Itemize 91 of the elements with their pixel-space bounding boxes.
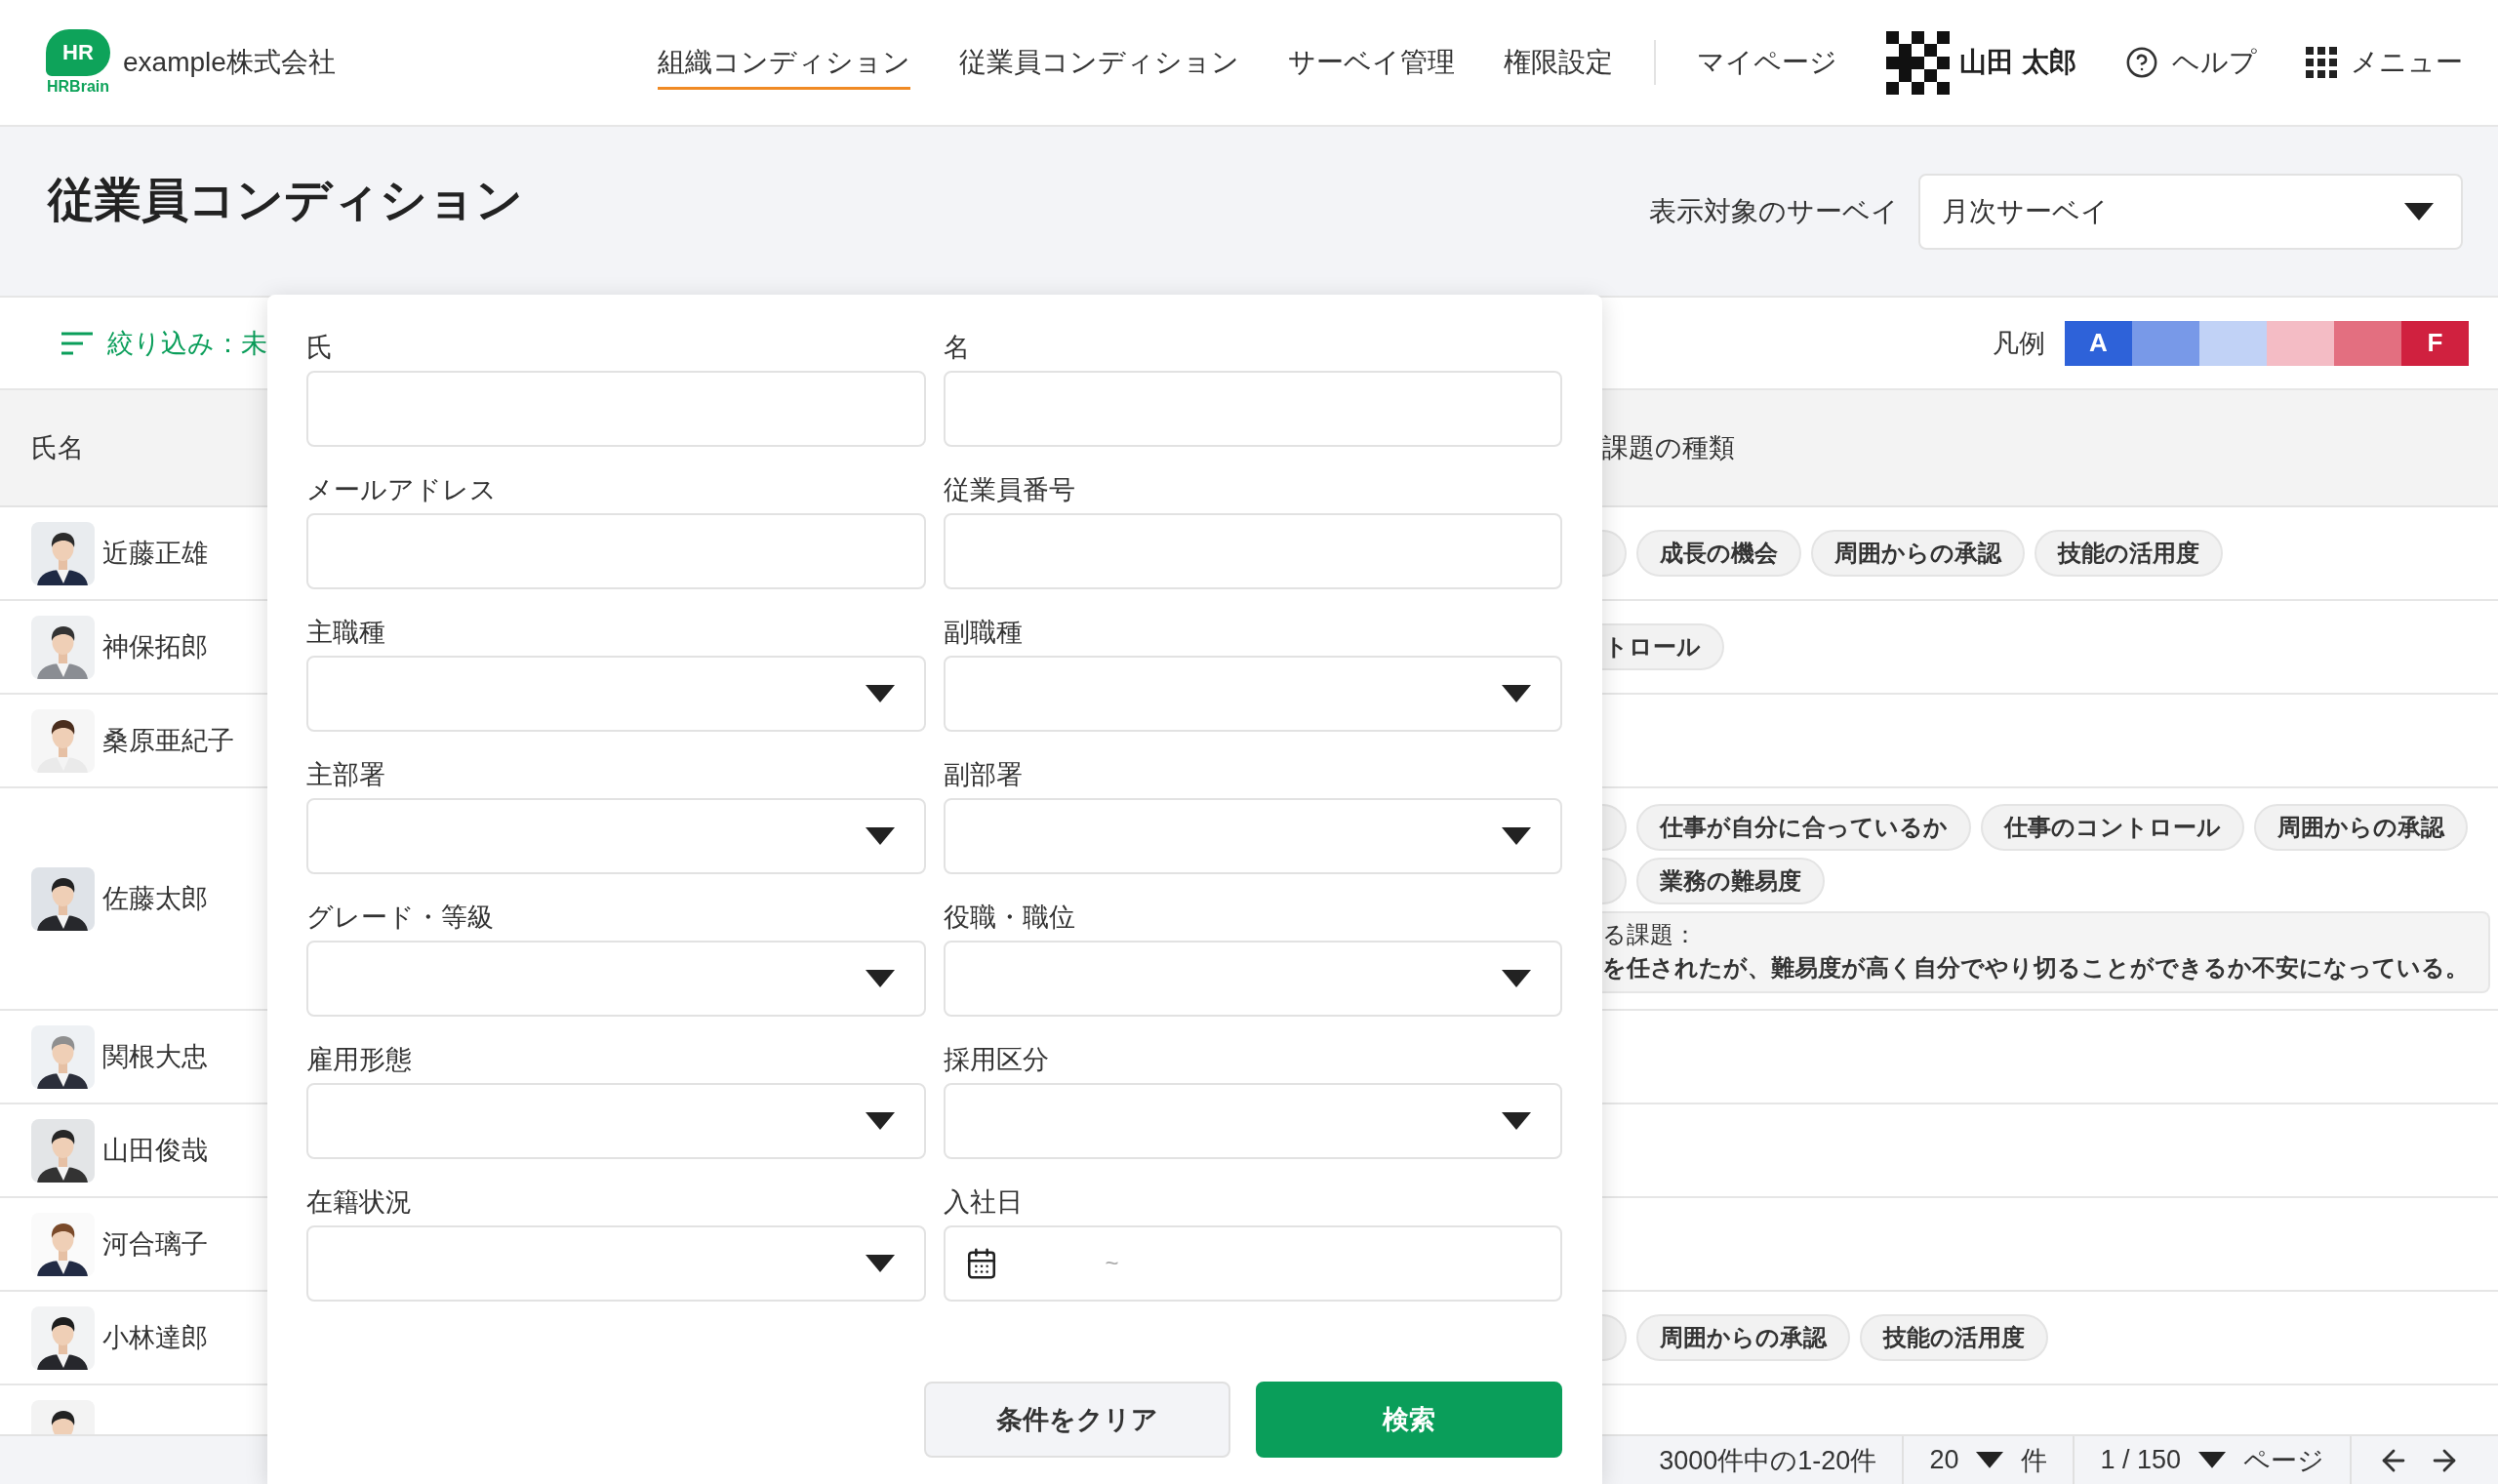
field-label: 従業員番号	[943, 476, 1076, 503]
employee-name[interactable]: 河合璃子	[102, 1226, 208, 1262]
select-field[interactable]	[943, 1083, 1562, 1159]
nav-link[interactable]: 権限設定	[1504, 35, 1614, 90]
user-name[interactable]: 山田 太郎	[1959, 44, 2076, 81]
field-label: 氏	[306, 334, 334, 361]
survey-select[interactable]: 月次サーベイ	[1918, 173, 2463, 250]
employee-name[interactable]: 山田俊哉	[102, 1133, 208, 1168]
caret-icon	[2404, 202, 2434, 221]
caret-icon	[1502, 685, 1531, 702]
column-header: 課題の種類	[1602, 432, 1735, 464]
help-link[interactable]: ヘルプ	[2125, 44, 2257, 81]
field-label: 名	[943, 334, 971, 361]
tag-edge	[1602, 804, 1627, 851]
issue-tag: 周囲からの承認	[1636, 1314, 1850, 1361]
select-field[interactable]	[306, 798, 926, 874]
select-field[interactable]	[943, 798, 1562, 874]
caret-icon	[1502, 970, 1531, 987]
field-label: 副職種	[943, 619, 1024, 646]
employee-name[interactable]: 関根大忠	[102, 1039, 208, 1074]
select-field[interactable]	[943, 656, 1562, 732]
issue-tag: トロール	[1602, 623, 1724, 670]
field-label: グレード・等級	[306, 903, 495, 931]
caret-icon	[865, 827, 895, 845]
field-label: メールアドレス	[306, 476, 498, 503]
issue-tag: 仕事のコントロール	[1981, 804, 2244, 851]
employee-name[interactable]: 桑原亜紀子	[102, 723, 234, 758]
text-field[interactable]	[306, 513, 926, 589]
field-label: 在籍状況	[306, 1188, 413, 1216]
caret-icon	[2198, 1452, 2226, 1468]
logo-wordmark: HRBrain	[47, 78, 109, 96]
field-label: 主部署	[306, 761, 386, 788]
tag-edge	[1602, 858, 1627, 904]
menu-link[interactable]: メニュー	[2306, 44, 2463, 81]
field-label: 採用区分	[943, 1046, 1050, 1073]
tag-edge	[1602, 530, 1627, 577]
employee-name[interactable]: 小林達郎	[102, 1320, 208, 1355]
column-header: 氏名	[31, 432, 84, 464]
legend-swatch: F	[2401, 320, 2469, 366]
text-field[interactable]	[306, 371, 926, 447]
field-label: 入社日	[943, 1188, 1024, 1216]
field-label: 雇用形態	[306, 1046, 413, 1073]
per-page-unit: 件	[2021, 1444, 2048, 1477]
issue-tag: 仕事が自分に合っているか	[1636, 804, 1971, 851]
legend-label: 凡例	[1993, 327, 2045, 360]
select-field[interactable]	[306, 941, 926, 1017]
caret-icon	[865, 685, 895, 702]
page-unit: ページ	[2243, 1444, 2324, 1477]
tag-edge	[1602, 1314, 1627, 1361]
caret-icon	[865, 970, 895, 987]
employee-name[interactable]: 佐藤太郎	[102, 881, 208, 916]
caret-icon	[865, 1255, 895, 1272]
caret-icon	[865, 1112, 895, 1130]
help-icon	[2125, 46, 2158, 79]
company-name: example株式会社	[123, 46, 336, 79]
select-field[interactable]	[943, 941, 1562, 1017]
clear-button[interactable]: 条件をクリア	[924, 1382, 1230, 1458]
text-field[interactable]	[943, 371, 1562, 447]
page-title: 従業員コンディション	[48, 172, 523, 227]
note-text: る課題：	[1602, 920, 1698, 949]
grid-menu-icon	[2306, 47, 2337, 78]
nav-link[interactable]: サーベイ管理	[1288, 35, 1456, 90]
nav-link[interactable]: 従業員コンディション	[959, 35, 1240, 90]
caret-icon	[1502, 1112, 1531, 1130]
field-label: 主職種	[306, 619, 386, 646]
select-field[interactable]	[306, 656, 926, 732]
field-label: 副部署	[943, 761, 1024, 788]
text-field[interactable]	[943, 513, 1562, 589]
issue-tag: 成長の機会	[1636, 530, 1801, 577]
nav-link[interactable]: マイページ	[1697, 35, 1838, 90]
issue-tag: 技能の活用度	[2035, 530, 2223, 577]
note-text: を任されたが、難易度が高く自分でやり切ることができるか不安になっている。	[1602, 953, 2469, 983]
issue-tag: 周囲からの承認	[1811, 530, 2025, 577]
per-page-select[interactable]: 20	[1929, 1445, 1959, 1475]
select-field[interactable]	[306, 1225, 926, 1302]
field-label: 役職・職位	[943, 903, 1076, 931]
survey-label: 表示対象のサーベイ	[1649, 194, 1899, 228]
caret-icon	[1976, 1452, 2004, 1468]
select-field[interactable]	[306, 1083, 926, 1159]
employee-name[interactable]: 近藤正雄	[102, 536, 208, 571]
result-count: 3000件中の1-20件	[1659, 1444, 1877, 1477]
caret-icon	[1502, 827, 1531, 845]
issue-tag: 技能の活用度	[1860, 1314, 2048, 1361]
filter-icon	[60, 330, 94, 356]
employee-name[interactable]: 神保拓郎	[102, 629, 208, 664]
issue-tag: 周囲からの承認	[2254, 804, 2468, 851]
page-select[interactable]: 1 / 150	[2100, 1445, 2181, 1475]
issue-tag: 業務の難易度	[1636, 858, 1825, 904]
nav-link[interactable]: 組織コンディション	[658, 35, 911, 90]
checkered-avatar-icon[interactable]	[1886, 30, 1951, 95]
legend-swatch: A	[2065, 320, 2132, 366]
